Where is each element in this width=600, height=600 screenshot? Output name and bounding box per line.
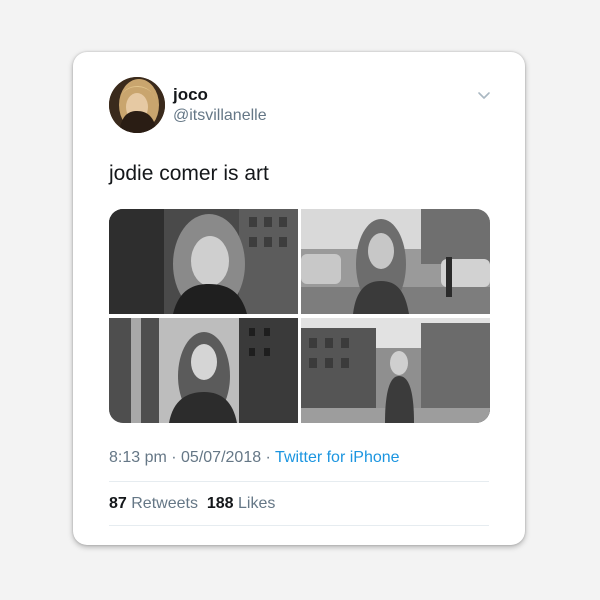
tweet-source-link[interactable]: Twitter for iPhone: [275, 449, 400, 466]
tweet-date[interactable]: 05/07/2018: [181, 449, 261, 466]
user-handle[interactable]: @itsvillanelle: [173, 106, 267, 126]
retweets-label: Retweets: [131, 495, 198, 512]
tweet-meta: 8:13 pm · 05/07/2018 · Twitter for iPhon…: [109, 448, 400, 468]
tweet-stats: 87 Retweets 188 Likes: [109, 494, 275, 514]
likes-count: 188: [206, 495, 234, 512]
tweet-photo-4[interactable]: [301, 318, 490, 423]
meta-separator: ·: [166, 449, 182, 466]
tweet-photo-3[interactable]: [109, 318, 298, 423]
tweet-photo-1[interactable]: [109, 209, 298, 314]
divider: [109, 481, 489, 482]
retweets-count: 87: [109, 495, 127, 512]
tweet-text: jodie comer is art: [109, 162, 269, 185]
media-grid: [109, 209, 490, 423]
likes-stat[interactable]: 188 Likes: [207, 495, 276, 512]
tweet-photo-2[interactable]: [301, 209, 490, 314]
retweets-stat[interactable]: 87 Retweets: [109, 495, 198, 512]
meta-separator: ·: [261, 449, 276, 466]
tweet-card: joco @itsvillanelle jodie comer is art 8…: [73, 52, 525, 545]
avatar[interactable]: [109, 77, 165, 133]
display-name[interactable]: joco: [173, 85, 208, 105]
divider: [109, 525, 489, 526]
tweet-time[interactable]: 8:13 pm: [109, 449, 167, 466]
likes-label: Likes: [238, 495, 276, 512]
chevron-down-icon[interactable]: [475, 86, 493, 104]
